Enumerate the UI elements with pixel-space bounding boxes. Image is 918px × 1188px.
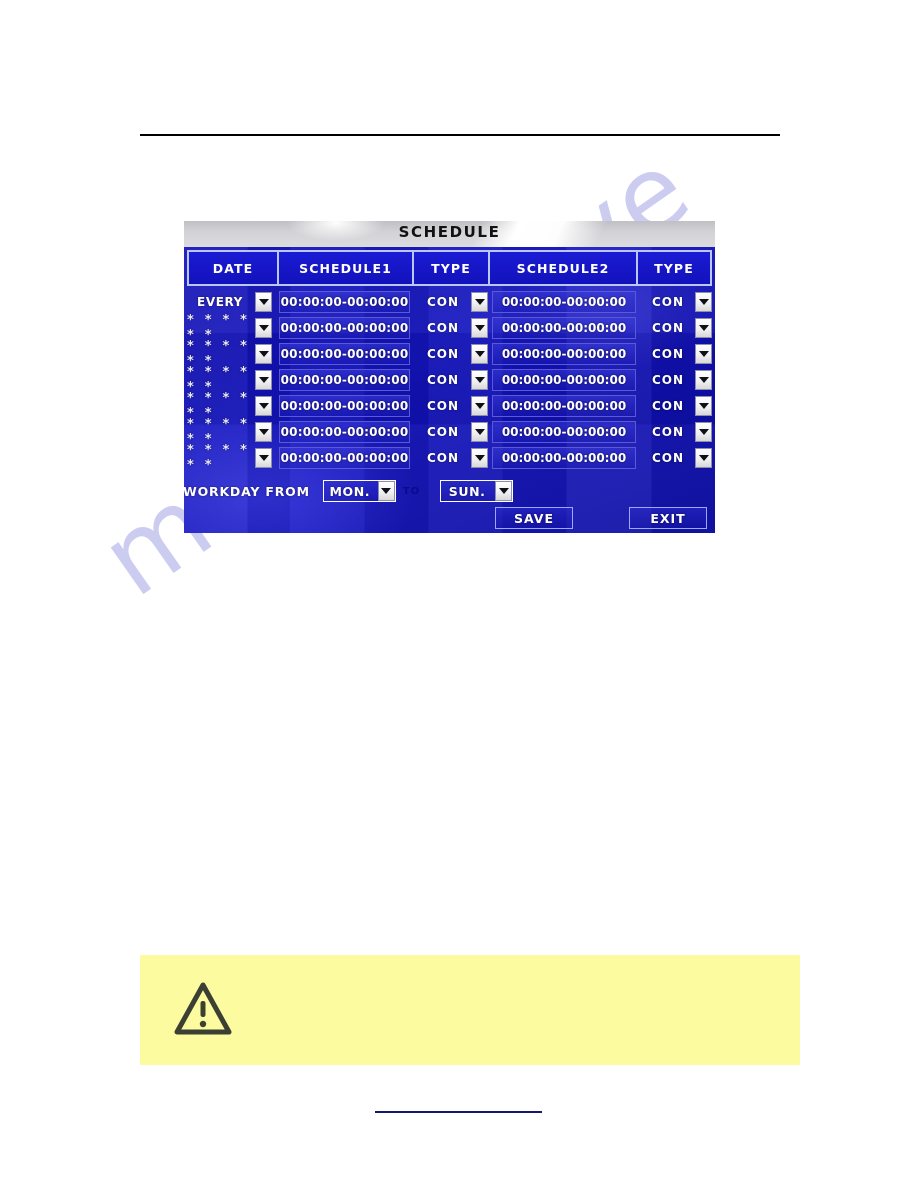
- column-header-type1: TYPE: [414, 252, 490, 284]
- chevron-down-icon[interactable]: [471, 344, 488, 364]
- warning-triangle-icon: [174, 982, 232, 1035]
- row-schedule1-value[interactable]: 00:00:00-00:00:00: [279, 291, 410, 313]
- chevron-down-icon[interactable]: [695, 396, 712, 416]
- row-schedule1-value[interactable]: 00:00:00-00:00:00: [279, 317, 410, 339]
- row-type1-value: CON: [426, 373, 460, 387]
- panel-footer: WORKDAY FROM MON. TO SUN. SAVE EXIT: [184, 478, 715, 530]
- table-rows: EVERY 00:00:00-00:00:00 CON 00:00:00-00:00:…: [187, 289, 712, 473]
- footer-link[interactable]: [375, 1111, 542, 1113]
- chevron-down-icon[interactable]: [695, 318, 712, 338]
- chevron-down-icon[interactable]: [255, 370, 272, 390]
- row-type2-value: CON: [651, 451, 685, 465]
- page-title: SCHEDULE: [398, 223, 501, 241]
- row-type2-value: CON: [651, 425, 685, 439]
- workday-label: WORKDAY FROM: [184, 483, 310, 499]
- table-row: * * * * * * 00:00:00-00:00:00 CON 00:00:00-…: [187, 313, 712, 343]
- row-type2-value: CON: [651, 321, 685, 335]
- page-header-rule: [140, 134, 780, 136]
- row-type2-value: CON: [651, 399, 685, 413]
- schedule-screenshot-panel: SCHEDULE DATE SCHEDULE1 TYPE SCHEDULE2 T…: [184, 221, 715, 533]
- row-schedule1-value[interactable]: 00:00:00-00:00:00: [279, 343, 410, 365]
- chevron-down-icon[interactable]: [471, 370, 488, 390]
- table-header-row: DATE SCHEDULE1 TYPE SCHEDULE2 TYPE: [187, 250, 712, 286]
- table-row: * * * * * * 00:00:00-00:00:00 CON 00:00:00-…: [187, 417, 712, 447]
- chevron-down-icon[interactable]: [471, 292, 488, 312]
- row-type1-value: CON: [426, 451, 460, 465]
- row-schedule2-value[interactable]: 00:00:00-00:00:00: [492, 291, 636, 313]
- chevron-down-icon[interactable]: [695, 370, 712, 390]
- caution-note-box: [140, 955, 800, 1065]
- chevron-down-icon[interactable]: [471, 448, 488, 468]
- row-schedule2-value[interactable]: 00:00:00-00:00:00: [492, 369, 636, 391]
- schedule-screen-body: DATE SCHEDULE1 TYPE SCHEDULE2 TYPE EVERY…: [184, 247, 715, 533]
- row-date-value: * * * * * *: [187, 365, 251, 395]
- chevron-down-icon[interactable]: [377, 481, 395, 501]
- row-date-value: * * * * * *: [187, 443, 251, 473]
- table-row: * * * * * * 00:00:00-00:00:00 CON 00:00:00-…: [187, 391, 712, 421]
- row-type1-value: CON: [426, 295, 460, 309]
- row-schedule1-value[interactable]: 00:00:00-00:00:00: [279, 395, 410, 417]
- row-type2-value: CON: [651, 295, 685, 309]
- chevron-down-icon[interactable]: [695, 422, 712, 442]
- chevron-down-icon[interactable]: [255, 318, 272, 338]
- table-row: * * * * * * 00:00:00-00:00:00 CON 00:00:00-…: [187, 365, 712, 395]
- row-type1-value: CON: [426, 321, 460, 335]
- row-schedule2-value[interactable]: 00:00:00-00:00:00: [492, 447, 636, 469]
- row-date-value: EVERY: [197, 295, 243, 309]
- row-schedule2-value[interactable]: 00:00:00-00:00:00: [492, 395, 636, 417]
- table-row: EVERY 00:00:00-00:00:00 CON 00:00:00-00:00:…: [187, 289, 712, 315]
- row-schedule1-value[interactable]: 00:00:00-00:00:00: [279, 421, 410, 443]
- row-type2-value: CON: [651, 347, 685, 361]
- chevron-down-icon[interactable]: [255, 396, 272, 416]
- chevron-down-icon[interactable]: [471, 318, 488, 338]
- chevron-down-icon[interactable]: [695, 448, 712, 468]
- schedule-table: DATE SCHEDULE1 TYPE SCHEDULE2 TYPE EVERY…: [184, 247, 715, 473]
- workday-to-value: SUN.: [448, 483, 486, 499]
- chevron-down-icon[interactable]: [255, 344, 272, 364]
- row-date-value: * * * * * *: [187, 313, 251, 343]
- row-date-value: * * * * * *: [187, 391, 251, 421]
- chevron-down-icon[interactable]: [495, 481, 513, 501]
- row-schedule2-value[interactable]: 00:00:00-00:00:00: [492, 317, 636, 339]
- chevron-down-icon[interactable]: [255, 422, 272, 442]
- row-type2-value: CON: [651, 373, 685, 387]
- chevron-down-icon[interactable]: [255, 448, 272, 468]
- workday-from-value: MON.: [329, 483, 371, 499]
- row-type1-value: CON: [426, 399, 460, 413]
- row-type1-value: CON: [426, 347, 460, 361]
- footer-actions: SAVE EXIT: [187, 506, 712, 530]
- row-schedule1-value[interactable]: 00:00:00-00:00:00: [279, 369, 410, 391]
- row-schedule2-value[interactable]: 00:00:00-00:00:00: [492, 343, 636, 365]
- column-header-date: DATE: [189, 252, 279, 284]
- chevron-down-icon[interactable]: [695, 292, 712, 312]
- column-header-schedule1: SCHEDULE1: [279, 252, 414, 284]
- column-header-type2: TYPE: [638, 252, 710, 284]
- chevron-down-icon[interactable]: [255, 292, 272, 312]
- table-row: * * * * * * 00:00:00-00:00:00 CON 00:00:00-…: [187, 339, 712, 369]
- chevron-down-icon[interactable]: [471, 396, 488, 416]
- workday-to-label: TO: [402, 485, 421, 497]
- row-date-value: * * * * * *: [187, 417, 251, 447]
- row-schedule2-value[interactable]: 00:00:00-00:00:00: [492, 421, 636, 443]
- table-row: * * * * * * 00:00:00-00:00:00 CON 00:00:00-…: [187, 443, 712, 473]
- workday-to-select[interactable]: SUN.: [440, 480, 514, 502]
- row-date-value: * * * * * *: [187, 339, 251, 369]
- panel-title-strip: SCHEDULE: [184, 221, 715, 247]
- workday-from-select[interactable]: MON.: [322, 480, 396, 502]
- row-schedule1-value[interactable]: 00:00:00-00:00:00: [279, 447, 410, 469]
- save-button[interactable]: SAVE: [495, 507, 573, 529]
- column-header-schedule2: SCHEDULE2: [490, 252, 638, 284]
- chevron-down-icon[interactable]: [695, 344, 712, 364]
- exit-button[interactable]: EXIT: [629, 507, 707, 529]
- chevron-down-icon[interactable]: [471, 422, 488, 442]
- workday-row: WORKDAY FROM MON. TO SUN.: [184, 478, 712, 504]
- row-type1-value: CON: [426, 425, 460, 439]
